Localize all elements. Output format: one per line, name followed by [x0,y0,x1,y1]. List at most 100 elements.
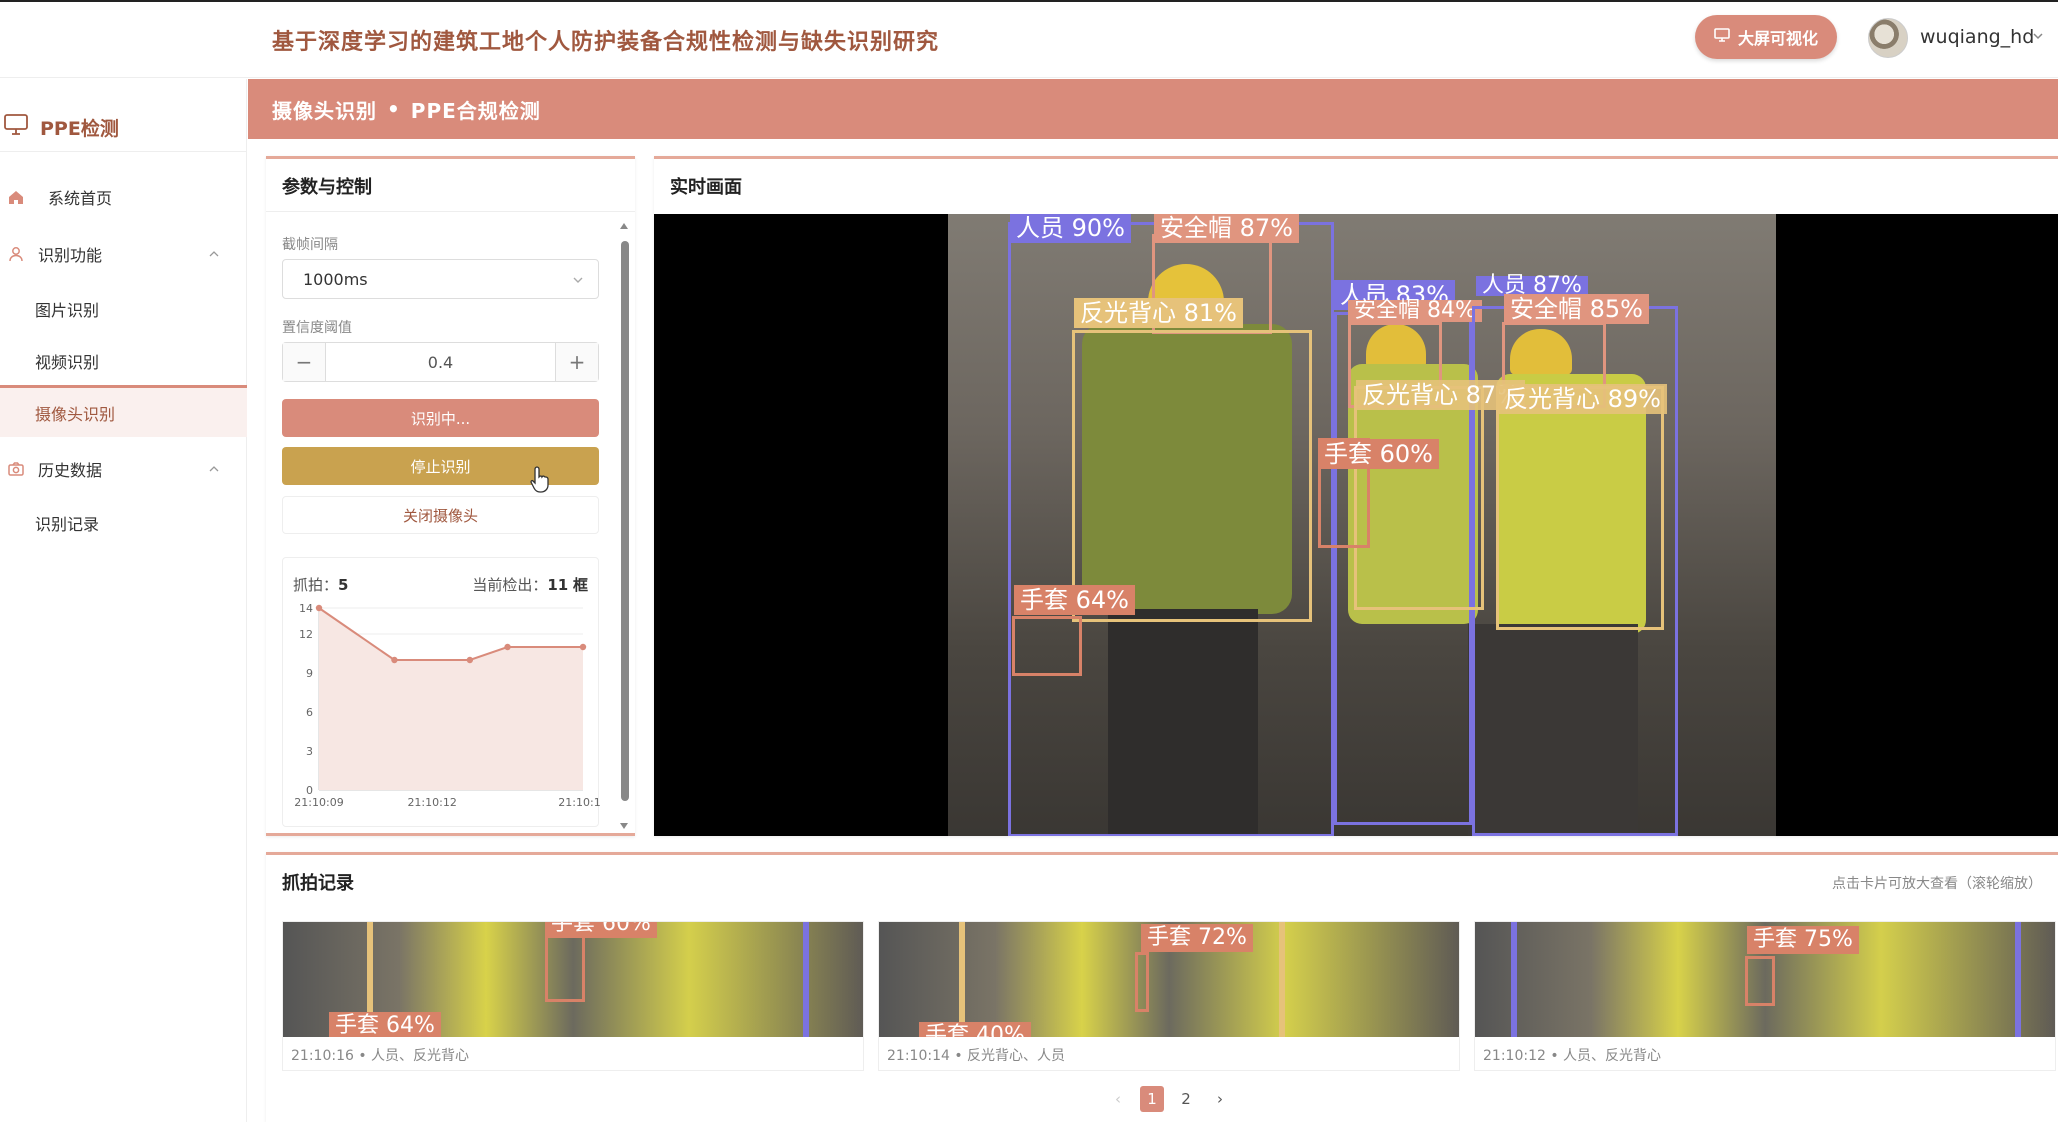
next-page-button[interactable]: › [1208,1086,1232,1112]
recognizing-button[interactable]: 识别中... [282,399,599,437]
detection-box-vest [1354,386,1484,610]
detection-box-vest [1496,386,1664,630]
detection-label: 安全帽 85% [1504,294,1649,324]
detection-trend-chart: 0369121421:10:0921:10:1221:10:16 [294,602,600,809]
increment-button[interactable]: + [556,343,598,381]
interval-label: 截帧间隔 [282,237,338,253]
hand-cursor-icon [530,466,549,493]
chart-x-tick-label: 21:10:16 [558,796,600,809]
live-view-title: 实时画面 [670,177,742,198]
detection-label: 手套 60% [1318,439,1439,469]
interval-select[interactable]: 1000ms [282,259,599,299]
capture-thumbnail: 手套 72% 手套 40% [879,922,1459,1037]
chart-point [504,643,511,651]
chevron-down-icon[interactable] [2032,30,2044,42]
app-title: 基于深度学习的建筑工地个人防护装备合规性检测与缺失识别研究 [272,30,940,55]
capture-label: 手套 64% [329,1012,441,1037]
scrollbar[interactable] [618,221,630,831]
page-2-button[interactable]: 2 [1174,1086,1198,1112]
captured-value: 5 [338,576,349,594]
sidebar-item-label: 识别记录 [35,515,100,534]
scroll-thumb[interactable] [621,241,629,801]
scroll-up-icon[interactable] [618,221,630,231]
prev-page-button[interactable]: ‹ [1106,1086,1130,1112]
sidebar: PPE检测 系统首页 识别功能 图片识别 视频识别 摄像头识别 历史数据 识别记… [0,79,247,1122]
sidebar-item-camera-recog[interactable]: 摄像头识别 [0,385,247,437]
capture-caption: 21:10:14 • 反光背心、人员 [887,1048,1066,1064]
detection-box-vest [1072,330,1312,622]
scroll-down-icon[interactable] [618,821,630,831]
detected-count: 当前检出：11 框 [472,574,588,595]
chart-point [579,643,587,651]
sidebar-item-label: 摄像头识别 [35,404,116,424]
detection-box-glove [1012,616,1082,676]
capture-label: 手套 40% [919,1022,1031,1037]
detection-box-person [1511,922,1517,1037]
detection-label: 人员 87% [1476,275,1588,297]
detection-box-person [2015,922,2021,1037]
monitor-icon [4,113,28,141]
user-icon [6,244,26,264]
capture-thumbnail: 手套 75% [1475,922,2055,1037]
sidebar-item-home[interactable]: 系统首页 [0,177,247,217]
chart-point [315,604,323,612]
capture-hint: 点击卡片可放大查看（滚轮缩放） [1832,876,2042,892]
bigscreen-button[interactable]: 大屏可视化 [1695,15,1837,59]
brand-text: PPE检测 [40,117,119,140]
capture-caption: 21:10:16 • 人员、反光背心 [291,1048,470,1064]
detection-label: 安全帽 84% [1348,300,1482,322]
confidence-label: 置信度阈值 [282,320,352,336]
divider [266,211,635,212]
sidebar-brand: PPE检测 [0,107,247,147]
capture-records-title: 抓拍记录 [282,873,354,894]
chevron-up-icon [209,466,219,472]
chevron-down-icon [573,277,583,283]
chart-y-tick-label: 3 [306,745,313,758]
confidence-input[interactable]: 0.4 [325,343,556,381]
sidebar-item-video-recog[interactable]: 视频识别 [0,335,247,387]
page-1-button[interactable]: 1 [1140,1086,1164,1112]
detection-label: 反光背心 81% [1074,298,1243,328]
breadcrumb-separator: • [387,97,401,121]
control-panel: 参数与控制 截帧间隔 1000ms 置信度阈值 − 0.4 + 识别中... 停… [266,156,635,836]
sidebar-group-recognition[interactable]: 识别功能 [0,234,247,274]
sidebar-item-label: 系统首页 [48,189,113,208]
breadcrumb-part1: 摄像头识别 [272,98,377,123]
chart-point [466,656,474,664]
detection-box-vest [1279,922,1285,1037]
detection-box-person [803,922,809,1037]
capture-card[interactable]: 手套 72% 手套 40% 21:10:14 • 反光背心、人员 [878,921,1460,1071]
detection-box-glove [1135,952,1149,1012]
sidebar-item-label: 图片识别 [35,301,100,320]
detection-label: 反光背心 89% [1498,384,1667,414]
avatar[interactable] [1868,18,1908,58]
capture-thumbnail: 手套 60% 手套 64% [283,922,863,1037]
detected-label: 当前检出： [472,576,548,594]
chevron-up-icon [209,251,219,257]
interval-value: 1000ms [303,269,368,289]
sidebar-item-image-recog[interactable]: 图片识别 [0,283,247,335]
detected-unit: 框 [572,576,588,594]
sidebar-item-recog-records[interactable]: 识别记录 [0,497,247,549]
page-header: 摄像头识别 • PPE合规检测 [248,79,2058,139]
captured-label: 抓拍： [293,576,339,594]
chart-y-tick-label: 6 [306,706,313,719]
capture-label: 手套 72% [1141,924,1253,952]
capture-label: 手套 60% [545,922,657,938]
decrement-button[interactable]: − [283,343,325,381]
live-video[interactable]: 人员 90% 安全帽 87% 反光背心 81% 人员 83% 安全帽 84% 人… [654,214,2058,836]
confidence-stepper: − 0.4 + [282,342,599,382]
capture-card[interactable]: 手套 60% 手套 64% 21:10:16 • 人员、反光背心 [282,921,864,1071]
home-icon [6,187,26,207]
username[interactable]: wuqiang_hd [1920,26,2034,48]
capture-card[interactable]: 手套 75% 21:10:12 • 人员、反光背心 [1474,921,2056,1071]
detection-label: 手套 64% [1014,585,1135,615]
sidebar-group-label: 识别功能 [38,246,103,265]
close-camera-button[interactable]: 关闭摄像头 [282,496,599,534]
breadcrumb-part2: PPE合规检测 [410,98,541,123]
detection-label: 安全帽 87% [1154,214,1299,243]
live-view-panel: 实时画面 人员 90% 安全帽 87% 反光背心 81% 人员 83% 安全帽 … [654,156,2058,836]
sidebar-group-history[interactable]: 历史数据 [0,449,247,489]
camera-icon [6,459,26,479]
bigscreen-label: 大屏可视化 [1737,29,1818,48]
